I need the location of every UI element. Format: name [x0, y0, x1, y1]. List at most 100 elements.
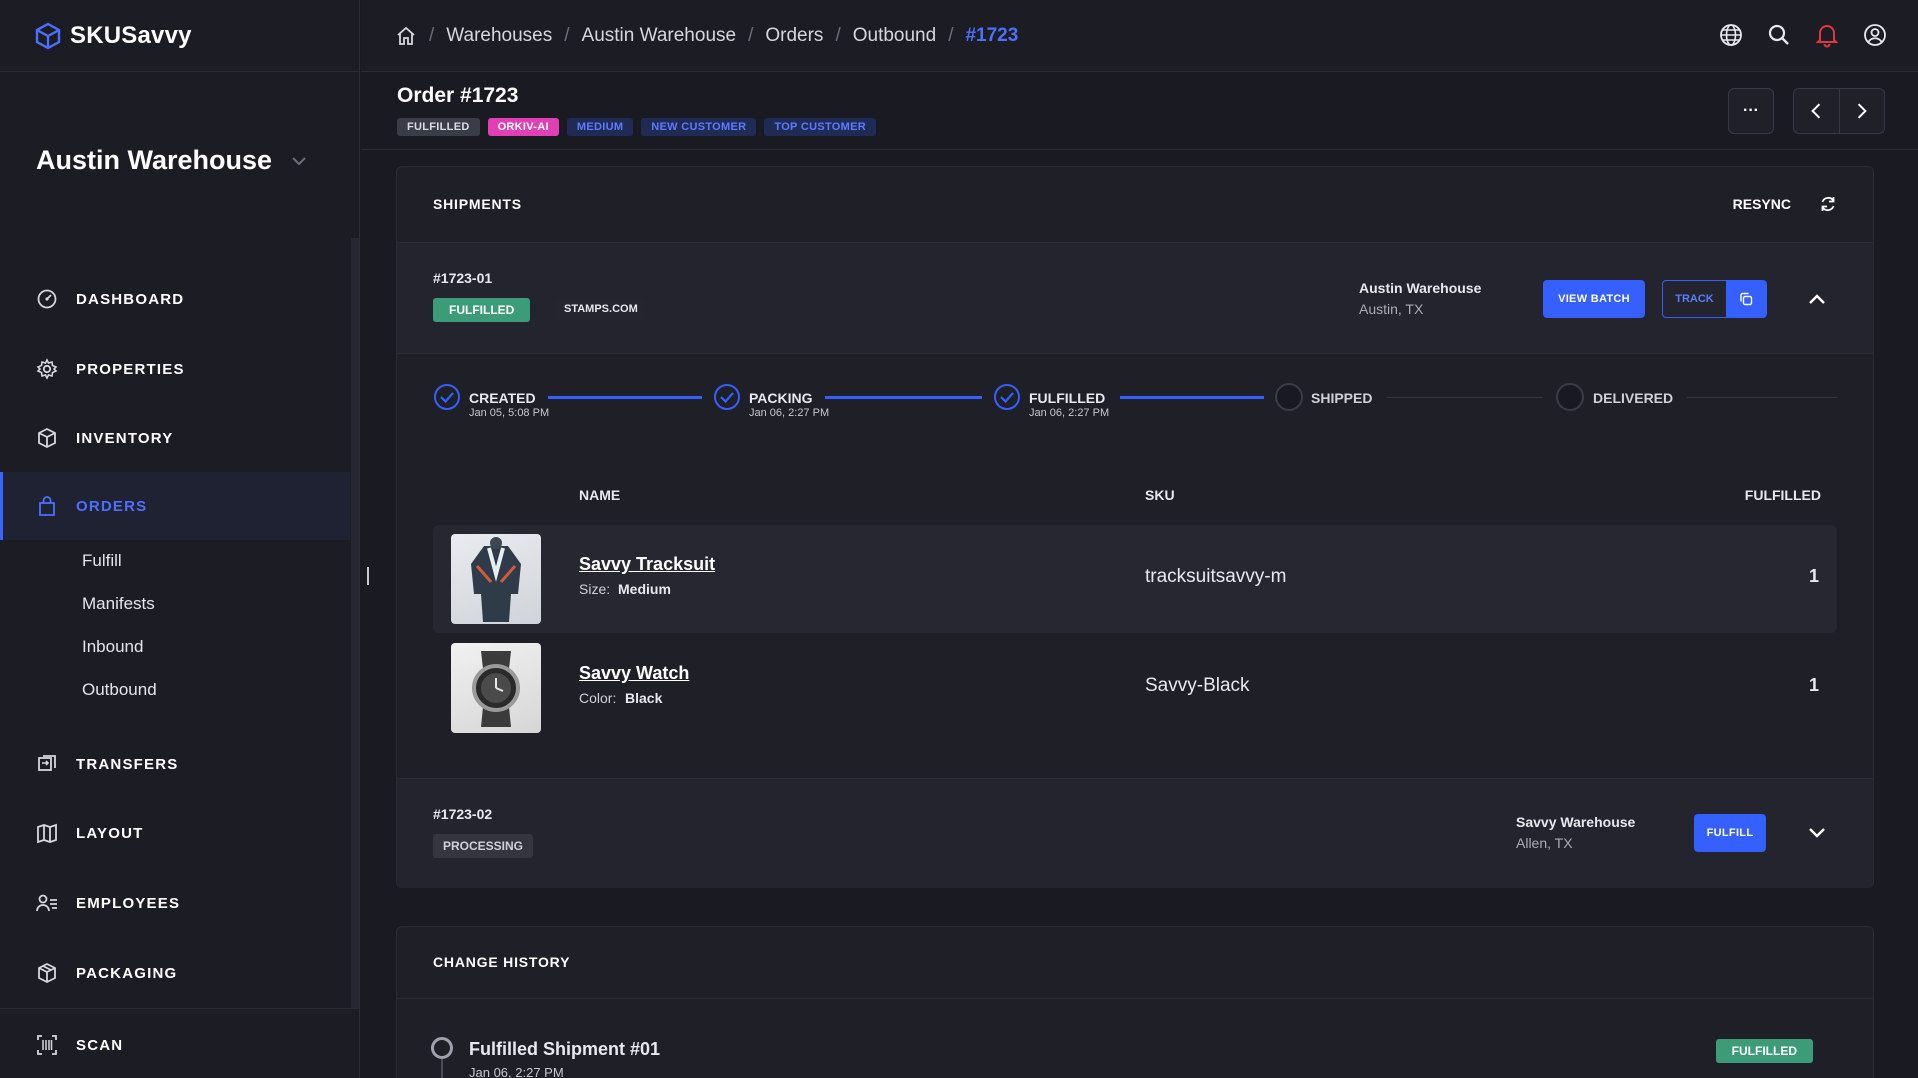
chevron-down-icon[interactable] [1806, 822, 1828, 844]
sub-item-fulfill[interactable]: Fulfill [82, 551, 122, 571]
warehouse-name: Austin Warehouse [36, 145, 273, 175]
timeline-dot [431, 1037, 453, 1059]
breadcrumb-austin-warehouse[interactable]: Austin Warehouse [582, 25, 737, 47]
sidebar-item-layout[interactable]: LAYOUT [0, 799, 350, 867]
globe-icon[interactable] [1718, 22, 1744, 48]
resync-button[interactable]: RESYNC [1733, 196, 1791, 212]
step-fulfilled [993, 383, 1021, 416]
sidebar: SKUSavvy Austin Warehouse DASHBOARD PROP… [0, 0, 360, 1078]
sidebar-item-orders[interactable]: ORDERS [0, 472, 350, 540]
track-button[interactable]: TRACK [1663, 281, 1726, 317]
sidebar-item-label: EMPLOYEES [76, 894, 181, 912]
tag-top-customer: TOP CUSTOMER [764, 118, 876, 136]
tag-orkiv-ai: ORKIV-AI [487, 118, 559, 136]
order-header: Order #1723 FULFILLED ORKIV-AI MEDIUM NE… [361, 72, 1918, 150]
step-connector [1687, 397, 1837, 398]
shipments-card: SHIPMENTS RESYNC #1723-01 FULFILLED STAM… [396, 166, 1874, 888]
breadcrumb-separator: / [429, 24, 435, 46]
shipment-location: Allen, TX [1516, 835, 1573, 851]
sidebar-item-transfers[interactable]: TRANSFERS [0, 730, 350, 798]
map-icon [37, 823, 57, 844]
table-row[interactable]: Savvy Tracksuit Size: Medium tracksuitsa… [433, 525, 1837, 633]
shipment-warehouse: Savvy Warehouse [1516, 814, 1636, 830]
copy-tracking-button[interactable] [1726, 281, 1766, 317]
column-header-sku: SKU [1145, 487, 1175, 503]
sidebar-item-label: DASHBOARD [76, 290, 185, 308]
order-tags: FULFILLED ORKIV-AI MEDIUM NEW CUSTOMER T… [397, 118, 876, 136]
breadcrumb-current: #1723 [965, 24, 1019, 46]
breadcrumb-warehouses[interactable]: Warehouses [446, 25, 552, 47]
product-name-link[interactable]: Savvy Tracksuit [579, 554, 715, 575]
sub-item-manifests[interactable]: Manifests [82, 594, 155, 614]
warehouse-selector[interactable]: Austin Warehouse [36, 145, 308, 176]
gear-icon [36, 358, 58, 380]
order-pager [1793, 88, 1885, 134]
step-label: FULFILLED [1029, 390, 1106, 406]
dashboard-icon [37, 289, 57, 309]
change-history-card: CHANGE HISTORY Fulfilled Shipment #01 Ja… [396, 926, 1874, 1078]
shipment-row-2[interactable]: #1723-02 PROCESSING Savvy Warehouse Alle… [397, 778, 1873, 888]
breadcrumb-orders[interactable]: Orders [765, 25, 823, 47]
step-date: Jan 05, 5:08 PM [469, 407, 550, 419]
table-row[interactable]: Savvy Watch Color: Black Savvy-Black 1 [433, 634, 1837, 742]
product-sku: Savvy-Black [1145, 675, 1250, 696]
barcode-scan-icon [37, 1035, 57, 1055]
variant-value: Black [625, 690, 663, 706]
history-status-badge: FULFILLED [1715, 1039, 1813, 1063]
fulfilled-qty: 1 [1808, 566, 1819, 586]
sub-item-inbound[interactable]: Inbound [82, 637, 143, 657]
sidebar-item-scan[interactable]: SCAN [0, 1011, 350, 1078]
variant-key: Color: [579, 690, 617, 706]
breadcrumb: / Warehouses / Austin Warehouse / Orders… [395, 25, 1018, 47]
step-date: Jan 06, 2:27 PM [749, 407, 830, 419]
step-label: DELIVERED [1593, 390, 1674, 406]
fulfilled-qty: 1 [1808, 675, 1819, 695]
sidebar-item-packaging[interactable]: PACKAGING [0, 939, 350, 1007]
sidebar-resize-handle[interactable] [367, 567, 369, 585]
sub-item-outbound[interactable]: Outbound [82, 680, 157, 700]
page-title: Order #1723 [397, 84, 519, 107]
tag-fulfilled: FULFILLED [397, 118, 480, 136]
shipment-row-1[interactable]: #1723-01 FULFILLED STAMPS.COM Austin War… [397, 243, 1873, 354]
chevron-up-icon[interactable] [1806, 288, 1828, 310]
history-entry-date: Jan 06, 2:27 PM [469, 1065, 564, 1078]
more-options-button[interactable]: ··· [1728, 88, 1774, 134]
user-account-icon[interactable] [1862, 22, 1888, 48]
status-badge: FULFILLED [433, 298, 531, 322]
sidebar-item-label: TRANSFERS [76, 755, 179, 773]
sidebar-scrollbar[interactable] [351, 238, 359, 1008]
top-icons [1718, 22, 1888, 48]
carrier-badge: STAMPS.COM [556, 298, 646, 320]
breadcrumb-outbound[interactable]: Outbound [853, 25, 936, 47]
sidebar-item-label: PACKAGING [76, 964, 178, 982]
check-circle-icon [434, 384, 460, 410]
product-image-watch [451, 643, 541, 733]
check-circle-icon [994, 384, 1020, 410]
bell-alert-icon[interactable] [1814, 22, 1840, 48]
refresh-icon[interactable] [1819, 195, 1837, 213]
sidebar-item-employees[interactable]: EMPLOYEES [0, 869, 350, 937]
breadcrumb-separator: / [835, 24, 841, 46]
sidebar-item-inventory[interactable]: INVENTORY [0, 404, 350, 472]
sidebar-item-dashboard[interactable]: DASHBOARD [0, 265, 350, 333]
chevron-right-icon[interactable] [1840, 89, 1884, 133]
view-batch-button[interactable]: VIEW BATCH [1543, 280, 1645, 318]
shipment-location: Austin, TX [1359, 301, 1424, 317]
step-label: CREATED [469, 390, 536, 406]
tag-medium: MEDIUM [566, 118, 634, 136]
product-name-link[interactable]: Savvy Watch [579, 663, 689, 684]
shipment-id: #1723-02 [433, 806, 493, 822]
search-icon[interactable] [1766, 22, 1792, 48]
logo[interactable]: SKUSavvy [0, 0, 359, 72]
chevron-left-icon[interactable] [1794, 89, 1839, 133]
home-icon[interactable] [395, 25, 417, 47]
sidebar-item-properties[interactable]: PROPERTIES [0, 335, 350, 403]
fulfill-button[interactable]: FULFILL [1694, 814, 1766, 852]
box-icon [38, 427, 56, 449]
track-group: TRACK [1662, 280, 1767, 318]
column-header-fulfilled: FULFILLED [1744, 487, 1821, 503]
step-created [433, 383, 461, 411]
timeline-line [441, 1059, 443, 1078]
watch-image-icon [472, 651, 520, 727]
shopping-bag-icon [39, 496, 55, 516]
